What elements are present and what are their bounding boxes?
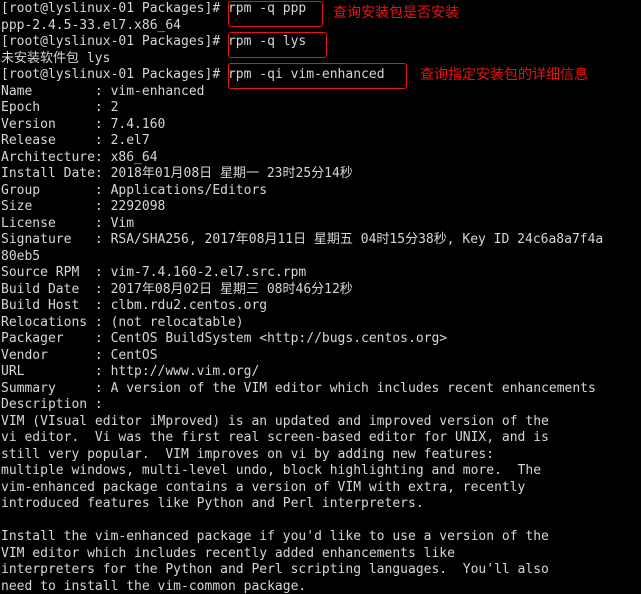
annotation-note: 查询安装包是否安装 bbox=[333, 5, 459, 21]
output-text: VIM editor which includes recently added… bbox=[1, 545, 455, 561]
shell-prompt: [root@lyslinux-01 Packages]# bbox=[1, 67, 228, 82]
terminal-output-line: multiple windows, multi-level undo, bloc… bbox=[1, 463, 641, 480]
shell-prompt: [root@lyslinux-01 Packages]# bbox=[1, 34, 228, 49]
output-text: License : Vim bbox=[1, 215, 135, 231]
output-text: 80eb5 bbox=[1, 248, 41, 264]
terminal-output-line: Signature : RSA/SHA256, 2017年08月11日 星期五 … bbox=[1, 232, 641, 249]
output-text: introduced features like Python and Perl… bbox=[1, 496, 424, 511]
terminal-output-line: ppp-2.4.5-33.el7.x86_64 bbox=[1, 18, 641, 35]
output-text: Epoch : 2 bbox=[1, 100, 119, 115]
terminal-output-line: Build Date : 2017年08月02日 星期三 08时46分12秒 bbox=[1, 282, 641, 299]
terminal-output-line: Install the vim-enhanced package if you'… bbox=[1, 529, 641, 546]
terminal-output-line: Group : Applications/Editors bbox=[1, 183, 641, 200]
terminal-output-line: Build Host : clbm.rdu2.centos.org bbox=[1, 298, 641, 315]
terminal-output-line: still very popular. VIM improves on vi b… bbox=[1, 447, 641, 464]
terminal-output-line: Release : 2.el7 bbox=[1, 133, 641, 150]
terminal-output-line: introduced features like Python and Perl… bbox=[1, 496, 641, 513]
terminal-output-line: License : Vim bbox=[1, 216, 641, 233]
terminal-output-line: Description : bbox=[1, 397, 641, 414]
output-text: Vendor : CentOS bbox=[1, 347, 158, 363]
terminal-output-line: Vendor : CentOS bbox=[1, 348, 641, 365]
terminal-output-line: Summary : A version of the VIM editor wh… bbox=[1, 381, 641, 398]
output-text: Description : bbox=[1, 397, 103, 412]
output-text: vi editor. Vi was the first real screen-… bbox=[1, 430, 549, 445]
shell-prompt: [root@lyslinux-01 Packages]# bbox=[1, 1, 228, 16]
terminal-screen[interactable]: [root@lyslinux-01 Packages]# rpm -q ppp p… bbox=[0, 0, 641, 594]
output-text: ppp-2.4.5-33.el7.x86_64 bbox=[1, 17, 182, 33]
output-text: Install Date: 2018年01月08日 星期一 23时25分14秒 bbox=[1, 166, 353, 181]
terminal-output-line: Version : 7.4.160 bbox=[1, 117, 641, 134]
terminal-window[interactable]: [root@lyslinux-01 Packages]# rpm -q ppp p… bbox=[0, 0, 641, 594]
output-text: vim-enhanced package contains a version … bbox=[1, 479, 526, 495]
terminal-output-line: Relocations : (not relocatable) bbox=[1, 315, 641, 332]
shell-command: rpm -q ppp bbox=[227, 1, 307, 16]
terminal-output-line: Size : 2292098 bbox=[1, 199, 641, 216]
terminal-output-line: vi editor. Vi was the first real screen-… bbox=[1, 430, 641, 447]
output-text: Build Date : 2017年08月02日 星期三 08时46分12秒 bbox=[1, 281, 353, 297]
terminal-output-line: 80eb5 bbox=[1, 249, 641, 266]
terminal-output-line: need to install the vim-common package. bbox=[1, 579, 641, 594]
output-text: 未安装软件包 lys bbox=[1, 50, 111, 66]
shell-command: rpm -q lys bbox=[227, 34, 307, 49]
shell-command: rpm -qi vim-enhanced bbox=[227, 67, 385, 82]
output-text: Relocations : (not relocatable) bbox=[1, 314, 244, 330]
terminal-output-line: Install Date: 2018年01月08日 星期一 23时25分14秒 bbox=[1, 166, 641, 183]
output-text: Build Host : clbm.rdu2.centos.org bbox=[1, 298, 268, 313]
output-text: multiple windows, multi-level undo, bloc… bbox=[1, 463, 542, 478]
output-text: Install the vim-enhanced package if you'… bbox=[1, 529, 549, 544]
terminal-prompt-line: [root@lyslinux-01 Packages]# rpm -q lys bbox=[1, 34, 641, 51]
output-text: need to install the vim-common package. bbox=[1, 578, 307, 594]
output-text: Source RPM : vim-7.4.160-2.el7.src.rpm bbox=[1, 265, 307, 280]
terminal-output-line: Packager : CentOS BuildSystem <http://bu… bbox=[1, 331, 641, 348]
output-text: Name : vim-enhanced bbox=[1, 83, 205, 99]
terminal-output-line: Source RPM : vim-7.4.160-2.el7.src.rpm bbox=[1, 265, 641, 282]
terminal-output-line: VIM editor which includes recently added… bbox=[1, 546, 641, 563]
terminal-output-line: URL : http://www.vim.org/ bbox=[1, 364, 641, 381]
output-text: Architecture: x86_64 bbox=[1, 149, 158, 165]
terminal-output-line: Name : vim-enhanced bbox=[1, 84, 641, 101]
output-text: Version : 7.4.160 bbox=[1, 116, 166, 132]
terminal-output-line: 未安装软件包 lys bbox=[1, 51, 641, 68]
output-text: Group : Applications/Editors bbox=[1, 182, 268, 198]
terminal-output-line: Epoch : 2 bbox=[1, 100, 641, 117]
output-text: VIM (VIsual editor iMproved) is an updat… bbox=[1, 413, 549, 429]
output-text: still very popular. VIM improves on vi b… bbox=[1, 446, 495, 462]
output-text: Packager : CentOS BuildSystem <http://bu… bbox=[1, 331, 448, 346]
output-text: URL : http://www.vim.org/ bbox=[1, 364, 260, 379]
terminal-output-line: VIM (VIsual editor iMproved) is an updat… bbox=[1, 414, 641, 431]
output-text: Size : 2292098 bbox=[1, 199, 166, 214]
terminal-output-line: vim-enhanced package contains a version … bbox=[1, 480, 641, 497]
output-text: Signature : RSA/SHA256, 2017年08月11日 星期五 … bbox=[1, 232, 604, 247]
terminal-prompt-line: [root@lyslinux-01 Packages]# rpm -q ppp bbox=[1, 1, 641, 18]
terminal-output-line: interpreters for the Python and Perl scr… bbox=[1, 562, 641, 579]
output-text: Summary : A version of the VIM editor wh… bbox=[1, 380, 596, 396]
output-text: Release : 2.el7 bbox=[1, 133, 150, 148]
terminal-output-line: Architecture: x86_64 bbox=[1, 150, 641, 167]
annotation-note: 查询指定安装包的详细信息 bbox=[420, 67, 588, 83]
output-text: interpreters for the Python and Perl scr… bbox=[1, 562, 549, 577]
